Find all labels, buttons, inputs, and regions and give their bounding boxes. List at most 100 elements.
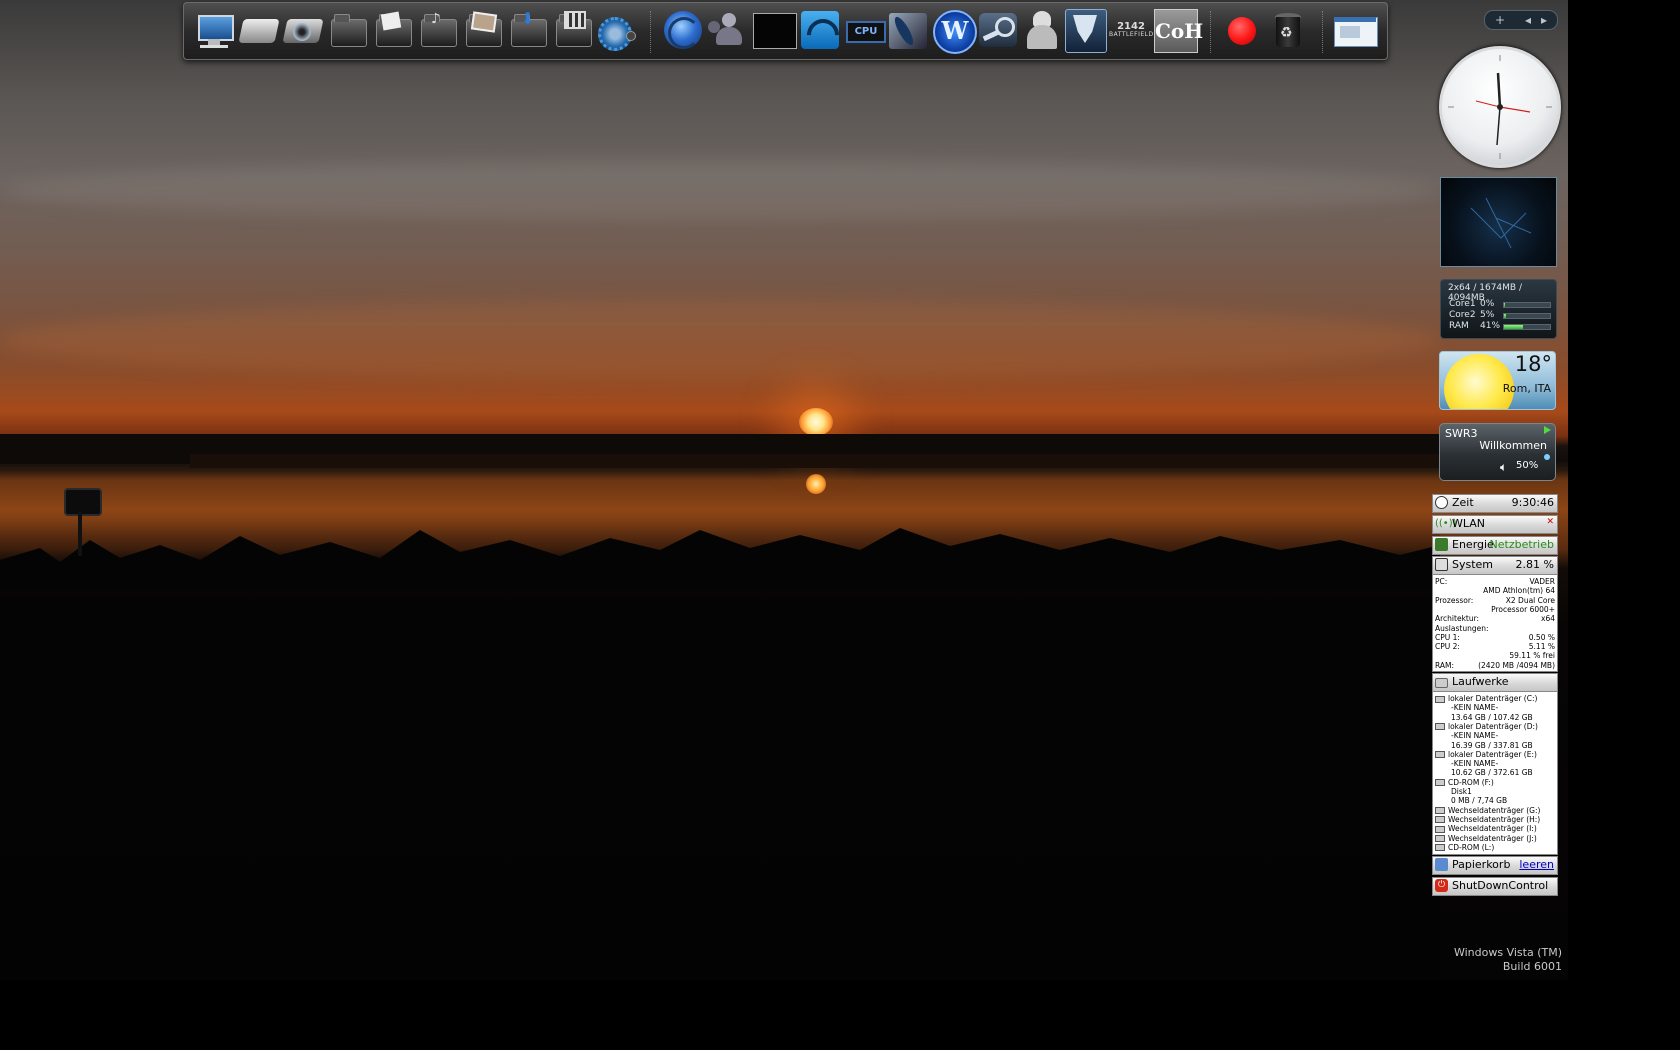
rss-feed-icon[interactable] xyxy=(799,9,846,58)
music-folder-icon[interactable]: ♪ xyxy=(417,9,459,51)
steam-icon[interactable] xyxy=(977,9,1019,51)
drive-row[interactable]: Disk1 xyxy=(1435,787,1555,796)
plug-icon xyxy=(1435,538,1448,551)
drive-text: CD-ROM (F:) xyxy=(1448,777,1494,787)
os-watermark: Windows Vista (TM) Build 6001 xyxy=(1454,946,1562,974)
feather-app-icon[interactable] xyxy=(887,9,929,51)
radio-gadget[interactable]: SWR3 Willkommen 🔈︎ 50% xyxy=(1439,423,1556,481)
sun-reflection xyxy=(806,474,826,494)
play-icon[interactable] xyxy=(1544,426,1551,434)
pictures-folder-icon[interactable] xyxy=(462,9,504,51)
weather-gadget[interactable]: 18° Rom, ITA xyxy=(1439,351,1556,410)
system-info-value: X2 Dual Core xyxy=(1505,595,1555,605)
record-button-icon[interactable] xyxy=(1222,9,1264,51)
cpu-core2-row: Core2 5% xyxy=(1449,310,1494,320)
system-info-row: 59.11 % frei xyxy=(1435,651,1555,660)
drive-text: 13.64 GB / 107.42 GB xyxy=(1451,712,1533,722)
drive-small-icon xyxy=(1435,835,1445,842)
assassins-creed-icon[interactable] xyxy=(1021,9,1063,51)
wlan-header[interactable]: ((•)) WLAN ✕ xyxy=(1432,515,1558,534)
core1-value: 0% xyxy=(1480,299,1495,309)
drive-row[interactable]: lokaler Datenträger (D:) xyxy=(1435,722,1555,731)
system-info-value: 59.11 % frei xyxy=(1509,651,1555,661)
drive-small-icon xyxy=(1435,751,1445,759)
console-icon[interactable] xyxy=(751,9,797,51)
os-name: Windows Vista (TM) xyxy=(1453,946,1562,959)
drive-row[interactable]: Wechseldatenträger (I:) xyxy=(1435,824,1555,833)
drive-row[interactable]: -KEIN NAME- xyxy=(1435,703,1555,712)
drive-text: Wechseldatenträger (G:) xyxy=(1448,805,1541,815)
core1-label: Core1 xyxy=(1449,299,1476,309)
system-icon xyxy=(1435,558,1448,571)
recycle-bin-small-icon xyxy=(1435,858,1448,871)
messenger-icon[interactable] xyxy=(706,9,748,51)
add-gadget-button[interactable]: + xyxy=(1495,11,1505,29)
company-of-heroes-icon[interactable]: CoH xyxy=(1154,9,1203,53)
previous-page-button[interactable]: ◂ xyxy=(1525,11,1531,29)
drive-row[interactable]: 13.64 GB / 107.42 GB xyxy=(1435,713,1555,722)
drive-row[interactable]: lokaler Datenträger (E:) xyxy=(1435,750,1555,759)
core2-bar xyxy=(1503,313,1551,319)
system-header[interactable]: System 2.81 % xyxy=(1432,556,1558,575)
warcraft-icon[interactable]: W xyxy=(932,9,977,54)
drive-text: 16.39 GB / 337.81 GB xyxy=(1451,740,1533,750)
system-info-key: CPU 1: xyxy=(1435,632,1460,642)
slideshow-gadget[interactable] xyxy=(1440,177,1557,267)
cpu-z-icon[interactable]: CPU xyxy=(844,9,886,51)
drive-small-icon xyxy=(1435,695,1445,703)
drive-row[interactable]: Wechseldatenträger (H:) xyxy=(1435,815,1555,824)
ram-value: 41% xyxy=(1480,321,1501,331)
sign-post xyxy=(78,512,82,556)
time-header[interactable]: Zeit 9:30:46 xyxy=(1432,494,1558,513)
transformers-icon[interactable] xyxy=(1065,9,1107,53)
firefox-icon[interactable] xyxy=(662,9,704,51)
dvd-drive-icon[interactable] xyxy=(282,9,325,51)
drive-row[interactable]: Wechseldatenträger (G:) xyxy=(1435,806,1555,815)
settings-gear-icon[interactable] xyxy=(596,9,638,51)
radio-station-name: SWR3 xyxy=(1445,427,1478,440)
radio-info-icon[interactable] xyxy=(1544,454,1550,460)
recycle-bin-icon[interactable]: ♻ xyxy=(1267,9,1309,51)
drive-row[interactable]: 10.62 GB / 372.61 GB xyxy=(1435,768,1555,777)
time-value: 9:30:46 xyxy=(1511,496,1554,509)
drive-text: -KEIN NAME- xyxy=(1451,731,1499,741)
drive-small-icon xyxy=(1435,807,1445,815)
drives-header[interactable]: Laufwerke xyxy=(1432,673,1558,692)
speaker-icon[interactable]: 🔈︎ xyxy=(1500,460,1507,475)
weather-temperature: 18° xyxy=(1514,352,1552,376)
drive-row[interactable]: lokaler Datenträger (C:) xyxy=(1435,694,1555,703)
recycle-bin-header[interactable]: Papierkorb leeren xyxy=(1432,856,1558,875)
dock-separator xyxy=(650,11,651,53)
system-info-row: Processor 6000+ xyxy=(1435,605,1555,614)
clock-gadget[interactable] xyxy=(1439,46,1561,168)
energy-value: Netzbetrieb xyxy=(1489,538,1554,551)
documents-folder-icon[interactable] xyxy=(372,9,414,51)
drive-text: lokaler Datenträger (E:) xyxy=(1448,749,1537,759)
drive-row[interactable]: 16.39 GB / 337.81 GB xyxy=(1435,741,1555,750)
drives-panel: lokaler Datenträger (C:) -KEIN NAME- 13.64… xyxy=(1432,691,1558,855)
window-switcher-icon[interactable] xyxy=(1332,9,1378,51)
drive-row[interactable]: Wechseldatenträger (J:) xyxy=(1435,834,1555,843)
shutdown-control-header[interactable]: ⏻ ShutDownControl xyxy=(1432,877,1558,896)
system-info-value: (2420 MB /4094 MB) xyxy=(1478,660,1555,670)
hard-drive-icon[interactable] xyxy=(238,9,281,51)
system-info-value: x64 xyxy=(1541,614,1555,624)
empty-recycle-bin-link[interactable]: leeren xyxy=(1519,858,1554,871)
system-info-value: Processor 6000+ xyxy=(1491,604,1555,614)
battlefield-2142-icon[interactable]: 2142 BATTLEFIELD xyxy=(1109,9,1153,51)
system-info-value: 0.50 % xyxy=(1528,632,1555,642)
drive-small-icon xyxy=(1435,723,1445,731)
drive-row[interactable]: CD-ROM (L:) xyxy=(1435,843,1555,852)
cpu-meter-gadget[interactable]: 2x64 / 1674MB / 4094MB Core1 0% Core2 5%… xyxy=(1440,279,1557,339)
videos-folder-icon[interactable] xyxy=(552,9,594,51)
drive-text: -KEIN NAME- xyxy=(1451,759,1499,769)
drive-row[interactable]: 0 MB / 7,74 GB xyxy=(1435,796,1555,805)
drive-row[interactable]: -KEIN NAME- xyxy=(1435,731,1555,740)
energy-header[interactable]: Energie Netzbetrieb xyxy=(1432,536,1558,555)
drive-row[interactable]: CD-ROM (F:) xyxy=(1435,778,1555,787)
downloads-folder-icon[interactable]: ⬇ xyxy=(507,9,549,51)
next-page-button[interactable]: ▸ xyxy=(1541,11,1547,29)
drive-row[interactable]: -KEIN NAME- xyxy=(1435,759,1555,768)
computer-icon[interactable] xyxy=(194,9,236,51)
folder-icon[interactable] xyxy=(327,9,369,51)
